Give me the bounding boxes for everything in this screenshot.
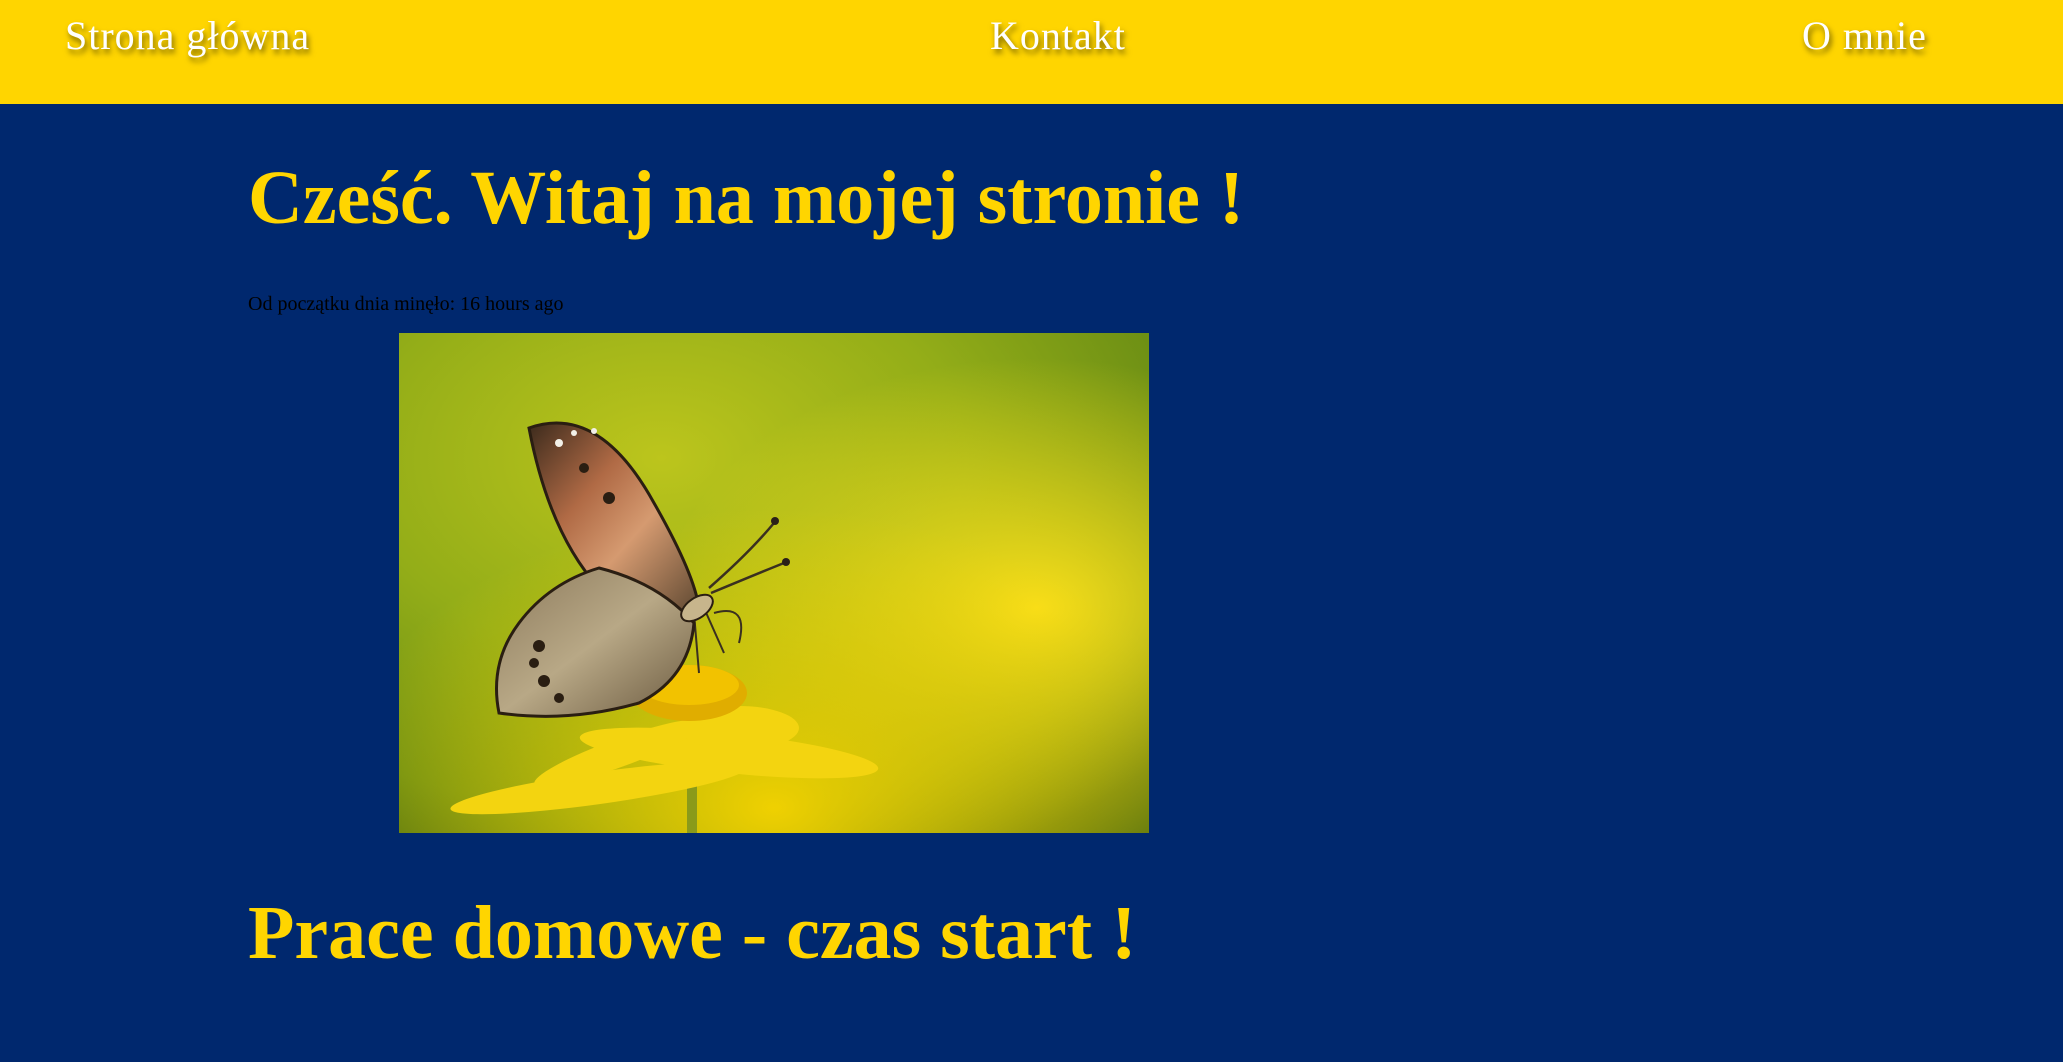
welcome-heading: Cześć. Witaj na mojej stronie ! [248, 156, 1245, 240]
butterfly-photo [399, 333, 1149, 833]
time-since-day-start-text: Od początku dnia minęło: 16 hours ago [248, 293, 564, 315]
top-navbar: Strona główna Kontakt O mnie [0, 0, 2063, 104]
nav-link-contact[interactable]: Kontakt [990, 10, 1126, 62]
nav-link-home[interactable]: Strona główna [65, 10, 310, 62]
homework-heading: Prace domowe - czas start ! [248, 891, 1137, 975]
nav-link-about[interactable]: O mnie [1802, 10, 1927, 62]
